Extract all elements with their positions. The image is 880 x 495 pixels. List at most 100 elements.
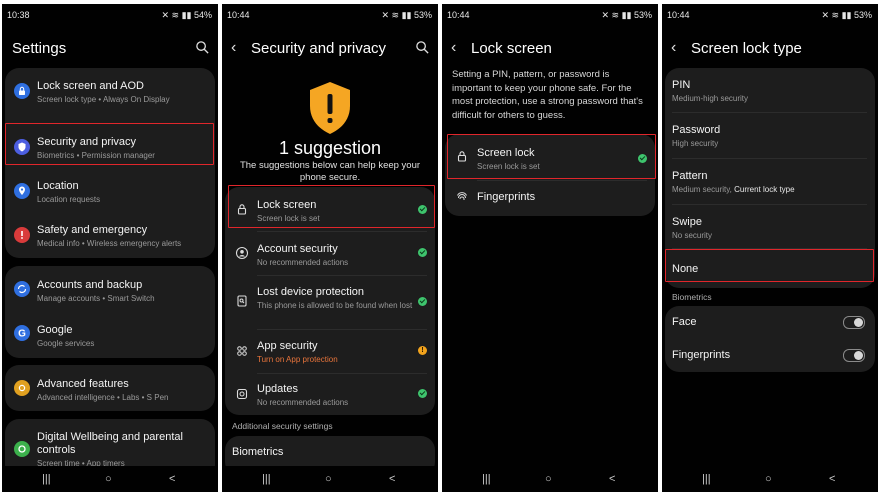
location-pin-icon bbox=[14, 183, 30, 199]
highlight-lock-screen bbox=[228, 185, 435, 228]
recents-button[interactable]: ||| bbox=[702, 473, 711, 485]
google-icon: G bbox=[14, 325, 30, 341]
lock-option-label: Swipe bbox=[672, 216, 702, 228]
search-icon[interactable] bbox=[415, 40, 430, 55]
biometrics-header: Biometrics bbox=[672, 292, 712, 302]
settings-item-label: Advanced features bbox=[37, 378, 129, 390]
lock-option-sub-text: Medium security, bbox=[672, 185, 735, 194]
phone-screen-lock-type: 10:44 ✕ ≋ ▮▮ 53% ‹ Screen lock type PIN … bbox=[662, 4, 878, 492]
account-icon bbox=[235, 246, 249, 260]
settings-item-google[interactable]: G Google Google services bbox=[5, 312, 215, 358]
biometrics-card: Face Fingerprints bbox=[665, 306, 875, 372]
back-arrow-icon[interactable]: ‹ bbox=[231, 39, 236, 57]
highlight-screen-lock bbox=[447, 134, 656, 179]
recents-button[interactable]: ||| bbox=[262, 473, 271, 485]
security-item-sub: No recommended actions bbox=[257, 258, 349, 267]
lock-option-sub: Medium-high security bbox=[672, 94, 749, 103]
status-bar: 10:44 ✕ ≋ ▮▮ 53% bbox=[442, 4, 658, 26]
lock-option-label: Pattern bbox=[672, 170, 708, 182]
battery-level: 53% bbox=[633, 10, 652, 20]
settings-item-sub: Google services bbox=[37, 339, 95, 348]
security-item-label: Lost device protection bbox=[257, 286, 365, 298]
check-icon bbox=[418, 248, 427, 257]
page-title: Screen lock type bbox=[691, 40, 802, 57]
status-time: 10:44 bbox=[447, 10, 470, 20]
fingerprints-toggle[interactable] bbox=[843, 349, 865, 362]
security-item-lost-device[interactable]: Lost device protection This phone is all… bbox=[225, 275, 435, 329]
biometrics-label[interactable]: Biometrics bbox=[232, 446, 283, 458]
settings-item-label: Location bbox=[37, 180, 79, 192]
highlight-none bbox=[665, 249, 874, 282]
lock-option-pin[interactable]: PIN Medium-high security bbox=[665, 68, 875, 112]
back-button[interactable]: < bbox=[829, 473, 835, 485]
recents-button[interactable]: ||| bbox=[42, 473, 51, 485]
settings-item-lock-screen[interactable]: Lock screen and AOD Screen lock type • A… bbox=[5, 68, 215, 112]
face-item[interactable]: Face bbox=[665, 306, 875, 339]
recents-button[interactable]: ||| bbox=[482, 473, 491, 485]
security-item-account-security[interactable]: Account security No recommended actions bbox=[225, 231, 435, 275]
settings-item-advanced-features[interactable]: Advanced features Advanced intelligence … bbox=[5, 365, 215, 411]
wellbeing-icon bbox=[14, 441, 30, 457]
security-item-label: Updates bbox=[257, 383, 298, 395]
fingerprints-item[interactable]: Fingerprints bbox=[445, 180, 655, 216]
status-time: 10:38 bbox=[7, 10, 30, 20]
nav-bar: ||| ○ < bbox=[2, 466, 218, 492]
gear-plus-icon bbox=[14, 380, 30, 396]
lock-screen-info: Setting a PIN, pattern, or password is i… bbox=[452, 69, 643, 121]
settings-item-location[interactable]: Location Location requests bbox=[5, 169, 215, 213]
nav-bar: ||| ○ < bbox=[222, 466, 438, 492]
status-icons: ✕ ≋ ▮▮ 53% bbox=[381, 10, 432, 20]
battery-level: 53% bbox=[853, 10, 872, 20]
status-icons: ✕ ≋ ▮▮ 53% bbox=[601, 10, 652, 20]
status-icons: ✕ ≋ ▮▮ 53% bbox=[821, 10, 872, 20]
check-icon bbox=[418, 389, 427, 398]
home-button[interactable]: ○ bbox=[765, 473, 772, 485]
home-button[interactable]: ○ bbox=[545, 473, 552, 485]
settings-item-safety-emergency[interactable]: Safety and emergency Medical info • Wire… bbox=[5, 213, 215, 257]
home-button[interactable]: ○ bbox=[325, 473, 332, 485]
security-item-app-security[interactable]: App security Turn on App protection ! bbox=[225, 329, 435, 373]
back-arrow-icon[interactable]: ‹ bbox=[671, 39, 676, 57]
warning-shield-icon bbox=[310, 82, 350, 134]
home-button[interactable]: ○ bbox=[105, 473, 112, 485]
security-item-label: Account security bbox=[257, 243, 338, 255]
suggestion-description: The suggestions below can help keep your… bbox=[239, 160, 421, 183]
settings-item-sub: Medical info • Wireless emergency alerts bbox=[37, 239, 182, 248]
page-title: Security and privacy bbox=[251, 40, 387, 57]
status-bar: 10:44 ✕ ≋ ▮▮ 53% bbox=[222, 4, 438, 26]
settings-item-label: Digital Wellbeing and parental controls bbox=[37, 431, 183, 456]
lock-icon bbox=[14, 83, 30, 99]
lock-option-swipe[interactable]: Swipe No security bbox=[665, 204, 875, 248]
status-bar: 10:44 ✕ ≋ ▮▮ 53% bbox=[662, 4, 878, 26]
status-time: 10:44 bbox=[227, 10, 250, 20]
highlight-security-privacy bbox=[5, 123, 214, 165]
lock-option-sub: High security bbox=[672, 139, 719, 148]
battery-level: 54% bbox=[193, 10, 212, 20]
search-icon[interactable] bbox=[195, 40, 210, 55]
settings-item-label: Safety and emergency bbox=[37, 224, 148, 236]
security-item-sub: This phone is allowed to be found when l… bbox=[257, 301, 413, 310]
lock-option-password[interactable]: Password High security bbox=[665, 112, 875, 158]
find-device-icon bbox=[237, 295, 247, 307]
settings-item-sub: Manage accounts • Smart Switch bbox=[37, 294, 155, 303]
fingerprint-icon bbox=[457, 192, 467, 200]
update-icon bbox=[236, 388, 248, 400]
check-icon bbox=[418, 297, 427, 306]
settings-item-accounts-backup[interactable]: Accounts and backup Manage accounts • Sm… bbox=[5, 266, 215, 312]
settings-item-sub: Advanced intelligence • Labs • S Pen bbox=[37, 393, 169, 402]
lock-option-pattern[interactable]: Pattern Medium security, Current lock ty… bbox=[665, 158, 875, 204]
back-button[interactable]: < bbox=[169, 473, 175, 485]
back-button[interactable]: < bbox=[609, 473, 615, 485]
nav-bar: ||| ○ < bbox=[662, 466, 878, 492]
back-arrow-icon[interactable]: ‹ bbox=[451, 39, 456, 57]
security-item-sub: Turn on App protection bbox=[257, 355, 338, 364]
back-button[interactable]: < bbox=[389, 473, 395, 485]
settings-card-advanced: Advanced features Advanced intelligence … bbox=[5, 365, 215, 411]
settings-item-sub: Screen lock type • Always On Display bbox=[37, 95, 170, 104]
face-toggle[interactable] bbox=[843, 316, 865, 329]
settings-item-label: Google bbox=[37, 324, 73, 336]
lock-option-sub: No security bbox=[672, 231, 713, 240]
security-item-updates[interactable]: Updates No recommended actions bbox=[225, 373, 435, 415]
fingerprints-item[interactable]: Fingerprints bbox=[665, 339, 875, 372]
settings-item-label: Lock screen and AOD bbox=[37, 80, 145, 92]
